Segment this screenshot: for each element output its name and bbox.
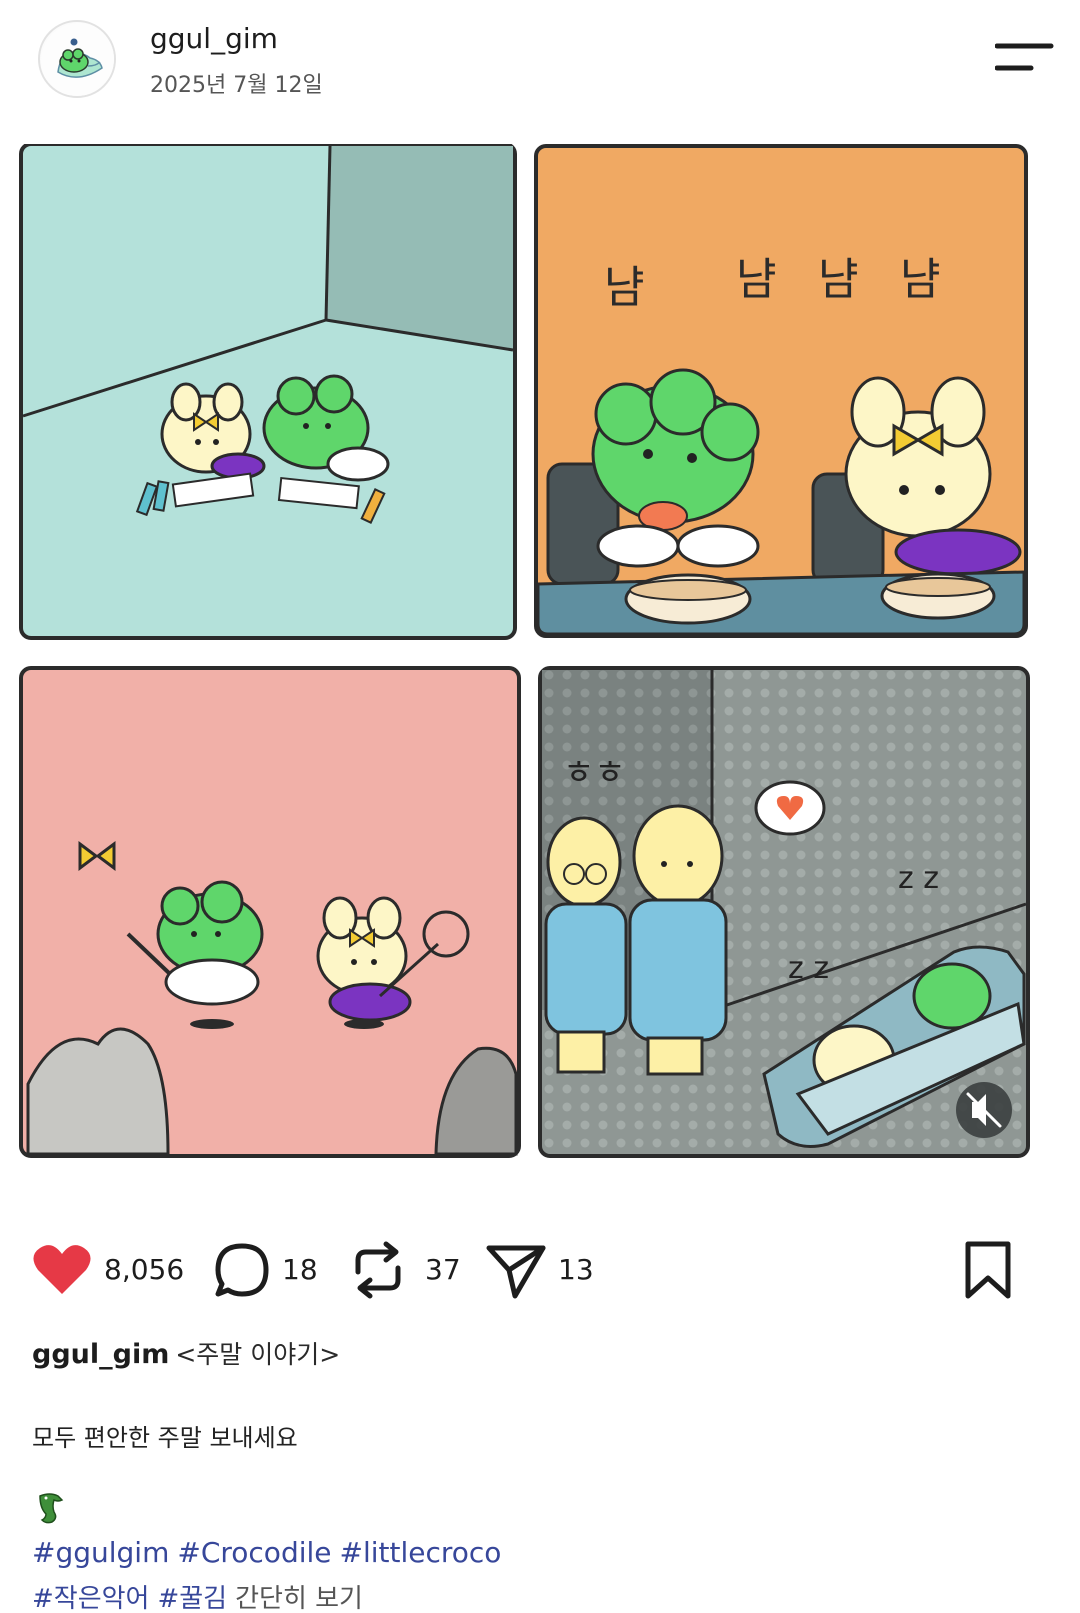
like-count: 8,056 — [104, 1253, 185, 1286]
repost-count: 37 — [425, 1253, 461, 1286]
panel2-sound-4: 냠 — [900, 254, 940, 305]
caption-title: <주말 이야기> — [175, 1340, 341, 1369]
hashtag[interactable]: #littlecroco — [340, 1536, 502, 1569]
show-less-link[interactable]: 간단히 보기 — [235, 1584, 363, 1613]
avatar[interactable] — [38, 20, 116, 98]
menu-icon[interactable] — [995, 40, 1055, 80]
crocodile-avatar-icon — [41, 23, 114, 96]
share-count: 13 — [558, 1253, 594, 1286]
post-header: ggul_gim 2025년 7월 12일 — [0, 0, 1080, 120]
repost-icon[interactable] — [350, 1235, 406, 1305]
panel2-sound-3: 냠 — [818, 254, 858, 305]
comment-icon[interactable] — [210, 1235, 274, 1305]
hashtag[interactable]: #작은악어 — [32, 1584, 149, 1613]
comic-panel-2: 냠 냠 냠 냠 — [534, 144, 1028, 638]
caption-username[interactable]: ggul_gim — [32, 1339, 169, 1370]
hashtags-line-2: #작은악어 #꿀김 간단히 보기 — [32, 1578, 363, 1613]
mute-icon[interactable] — [956, 1082, 1012, 1138]
hashtag[interactable]: #ggulgim — [32, 1536, 169, 1569]
panel4-zzz-1: z z — [898, 861, 939, 896]
crocodile-emoji-icon — [39, 1493, 64, 1524]
comic-image[interactable]: 냠 냠 냠 냠 ㅎㅎ z z z z — [18, 144, 1070, 1200]
hashtags-line-1: #ggulgim #Crocodile #littlecroco — [32, 1536, 509, 1569]
post-username[interactable]: ggul_gim — [150, 22, 278, 55]
comic-panel-3 — [19, 666, 521, 1158]
heart-icon[interactable] — [30, 1235, 94, 1305]
bookmark-icon[interactable] — [960, 1235, 1016, 1305]
panel2-sound-1: 냠 — [604, 262, 644, 313]
panel4-laugh: ㅎㅎ — [563, 753, 626, 793]
comment-count: 18 — [282, 1253, 318, 1286]
share-icon[interactable] — [485, 1235, 549, 1305]
panel4-zzz-2: z z — [788, 951, 829, 986]
hashtag[interactable]: #Crocodile — [177, 1536, 331, 1569]
caption-text: 모두 편안한 주말 보내세요 — [32, 1424, 298, 1452]
action-bar: 8,056 18 37 13 — [0, 1235, 1080, 1315]
comic-panel-1 — [19, 144, 517, 640]
hashtag[interactable]: #꿀김 — [157, 1584, 227, 1613]
caption-header: ggul_gim <주말 이야기> — [32, 1335, 340, 1371]
post-date: 2025년 7월 12일 — [150, 73, 323, 98]
panel2-sound-2: 냠 — [736, 254, 776, 305]
comic-panel-4: ㅎㅎ z z z z — [538, 666, 1030, 1158]
